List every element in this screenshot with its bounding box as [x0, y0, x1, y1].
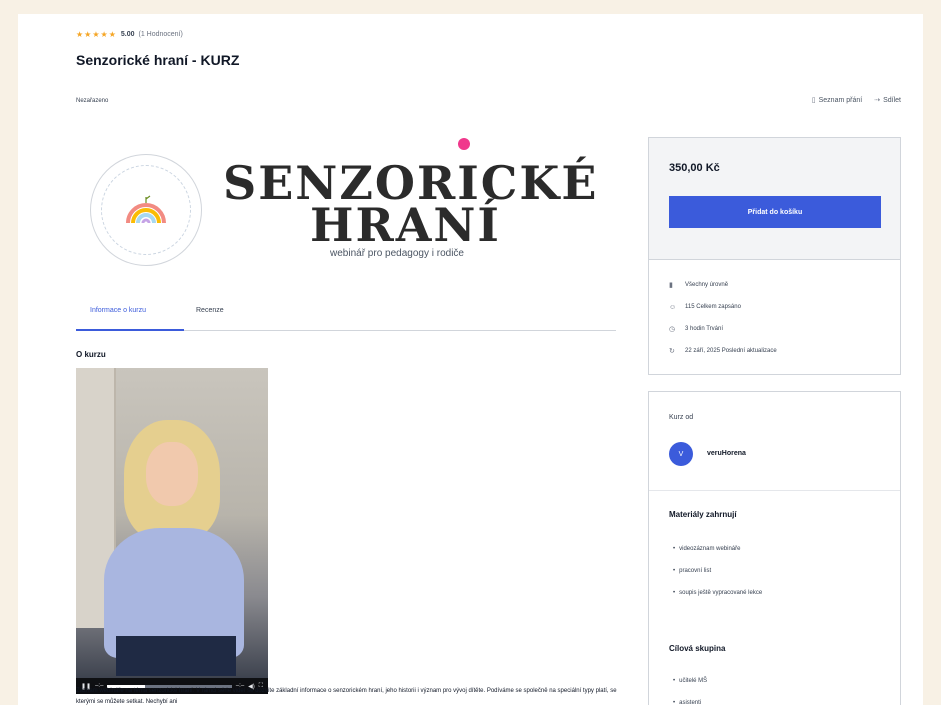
- tab-reviews[interactable]: Recenze: [196, 307, 224, 314]
- active-tab-indicator: [76, 329, 184, 331]
- meta-updated-text: 22 září, 2025 Poslední aktualizace: [685, 348, 777, 354]
- update-icon: ↻: [669, 348, 675, 355]
- divider: [649, 490, 900, 491]
- course-actions: ▯ Seznam přání ⇢ Sdílet: [812, 96, 901, 104]
- meta-enrolled-text: 115 Celkem zapsáno: [685, 304, 741, 310]
- rating-stars: ★★★★★: [76, 30, 117, 39]
- list-item: učitelé MŠ: [673, 670, 707, 692]
- meta-duration-text: 3 hodin Trvání: [685, 326, 724, 332]
- target-group-list: učitelé MŠ asistenti: [673, 670, 707, 705]
- rating-count[interactable]: (1 Hodnocení): [138, 31, 182, 38]
- clock-icon: ◷: [669, 326, 676, 333]
- accent-dot: [458, 138, 470, 150]
- pricing-header: 350,00 Kč Přidat do košíku: [649, 138, 900, 260]
- meta-level: ▮ Všechny úrovně: [669, 274, 880, 296]
- meta-updated: ↻ 22 září, 2025 Poslední aktualizace: [669, 340, 880, 362]
- course-page: ★★★★★ 5.00 (1 Hodnocení) Senzorické hran…: [18, 14, 923, 705]
- banner-subtitle: webinář pro pedagogy i rodiče: [330, 248, 464, 259]
- meta-enrolled: ☺ 115 Celkem zapsáno: [669, 296, 880, 318]
- logo-badge-ring: [101, 165, 191, 255]
- instructor-card: Kurz od V veruHorena Materiály zahrnují …: [648, 391, 901, 705]
- avatar[interactable]: V: [669, 442, 693, 466]
- about-heading: O kurzu: [76, 350, 106, 359]
- course-meta: ▮ Všechny úrovně ☺ 115 Celkem zapsáno ◷ 3 h…: [649, 260, 900, 376]
- share-button[interactable]: ⇢ Sdílet: [874, 96, 901, 104]
- list-item: pracovní list: [673, 560, 762, 582]
- meta-level-text: Všechny úrovně: [685, 282, 729, 288]
- add-to-cart-button[interactable]: Přidat do košíku: [669, 196, 881, 228]
- course-tabs: Informace o kurzu Recenze: [76, 299, 616, 331]
- list-item: asistenti: [673, 692, 707, 705]
- level-icon: ▮: [669, 282, 673, 289]
- list-item: videozáznam webináře: [673, 538, 762, 560]
- instructor-label: Kurz od: [669, 414, 694, 421]
- share-icon: ⇢: [874, 97, 881, 104]
- students-icon: ☺: [669, 303, 677, 311]
- video-presenter-face: [146, 442, 198, 506]
- course-rating: ★★★★★ 5.00 (1 Hodnocení): [76, 30, 183, 39]
- course-price: 350,00 Kč: [669, 162, 720, 174]
- logo-badge: [90, 154, 202, 266]
- instructor-name[interactable]: veruHorena: [707, 450, 746, 457]
- wishlist-label: Seznam přání: [818, 97, 863, 104]
- materials-list: videozáznam webináře pracovní list soupi…: [673, 538, 762, 604]
- tab-course-info[interactable]: Informace o kurzu: [90, 307, 146, 314]
- materials-heading: Materiály zahrnují: [669, 510, 737, 519]
- course-description: Záznam webináře na téma senzorické hraní…: [76, 688, 617, 705]
- meta-duration: ◷ 3 hodin Trvání: [669, 318, 880, 340]
- wishlist-button[interactable]: ▯ Seznam přání: [812, 96, 862, 104]
- rainbow-icon: [126, 195, 166, 224]
- list-item: soupis ještě vypracované lekce: [673, 582, 762, 604]
- video-presenter-pants: [116, 636, 236, 676]
- bookmark-icon: ▯: [811, 97, 816, 104]
- course-title: Senzorické hraní - KURZ: [76, 52, 240, 68]
- rating-score: 5.00: [120, 31, 135, 38]
- banner-title-line2: HRANÍ: [310, 198, 501, 252]
- target-group-heading: Cílová skupina: [669, 644, 726, 653]
- course-video[interactable]: ❚❚ –:– –:– ◀) ⛶: [76, 368, 268, 694]
- pricing-card: 350,00 Kč Přidat do košíku ▮ Všechny úrov…: [648, 137, 901, 375]
- share-label: Sdílet: [883, 97, 901, 104]
- course-category[interactable]: Nezařazeno: [76, 98, 108, 104]
